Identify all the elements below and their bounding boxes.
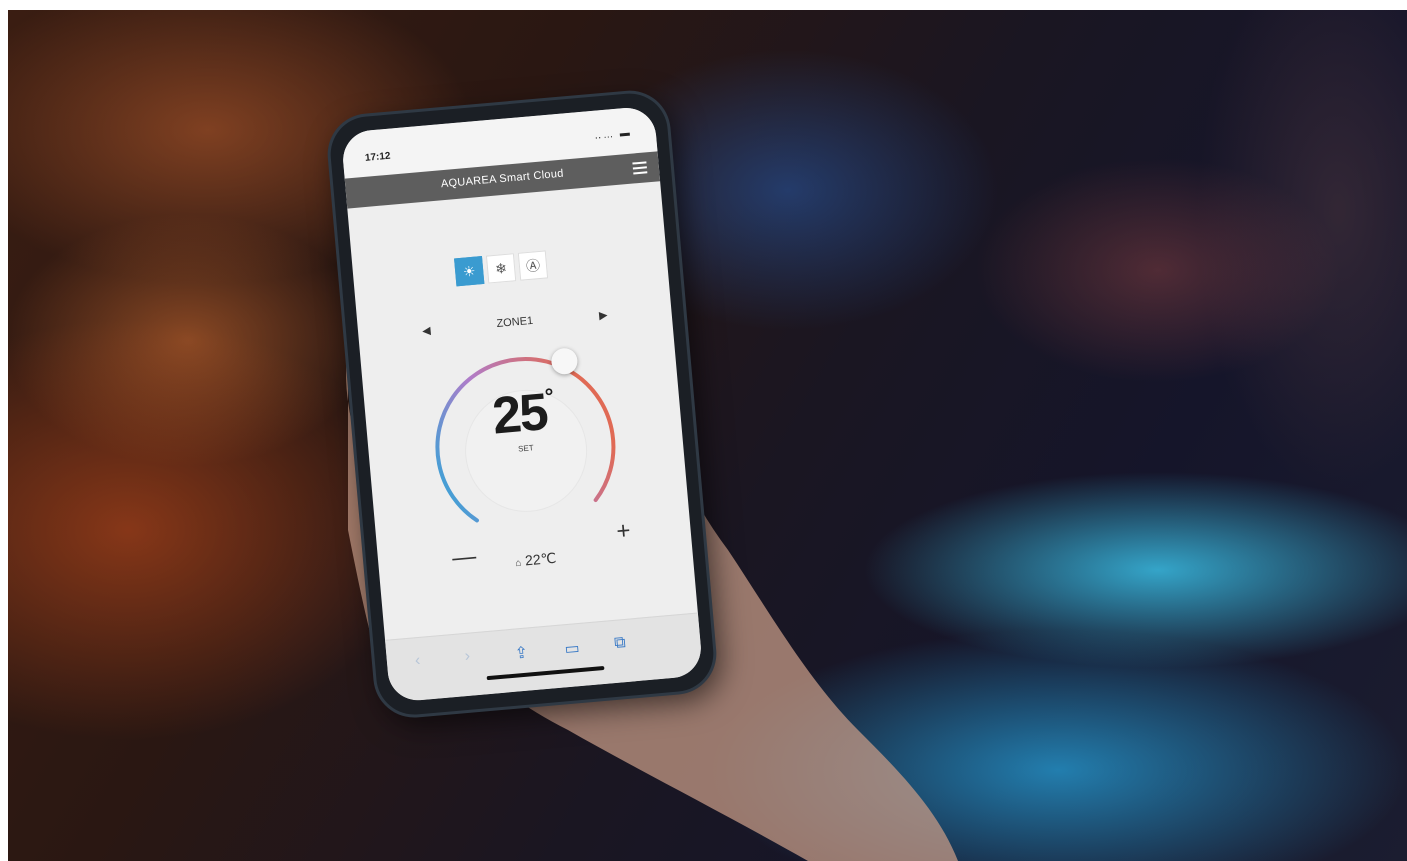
auto-mode-button[interactable]: Ⓐ bbox=[517, 250, 549, 281]
back-icon[interactable]: ‹ bbox=[414, 652, 421, 670]
phone-screen: 17:12 ‥… ▬ AQUAREA Smart Cloud ☀ ❄ Ⓐ ◀ Z… bbox=[340, 105, 704, 703]
zone-selector: ◀ ZONE1 ▶ bbox=[358, 303, 671, 337]
mode-selector: ☀ ❄ Ⓐ bbox=[454, 250, 552, 287]
heat-mode-button[interactable]: ☀ bbox=[454, 256, 485, 287]
bookmarks-icon[interactable]: ▭ bbox=[564, 638, 581, 659]
increase-temp-button[interactable]: + bbox=[615, 517, 631, 546]
forward-icon[interactable]: › bbox=[464, 648, 471, 666]
temperature-dial[interactable]: 25° SET bbox=[423, 347, 629, 554]
home-icon: ⌂ bbox=[514, 557, 522, 570]
share-icon[interactable]: ⇪ bbox=[514, 643, 529, 664]
status-icons: ‥… ▬ bbox=[594, 127, 633, 142]
home-indicator[interactable] bbox=[486, 665, 605, 681]
photo-background: 17:12 ‥… ▬ AQUAREA Smart Cloud ☀ ❄ Ⓐ ◀ Z… bbox=[8, 10, 1407, 861]
cool-mode-button[interactable]: ❄ bbox=[485, 253, 517, 284]
status-time: 17:12 bbox=[364, 150, 391, 164]
next-zone-arrow-icon[interactable]: ▶ bbox=[599, 308, 608, 322]
smartphone: 17:12 ‥… ▬ AQUAREA Smart Cloud ☀ ❄ Ⓐ ◀ Z… bbox=[327, 90, 717, 718]
zone-label: ZONE1 bbox=[496, 314, 534, 330]
tabs-icon[interactable]: ⧉ bbox=[613, 634, 626, 653]
hamburger-menu-icon[interactable] bbox=[632, 161, 648, 175]
